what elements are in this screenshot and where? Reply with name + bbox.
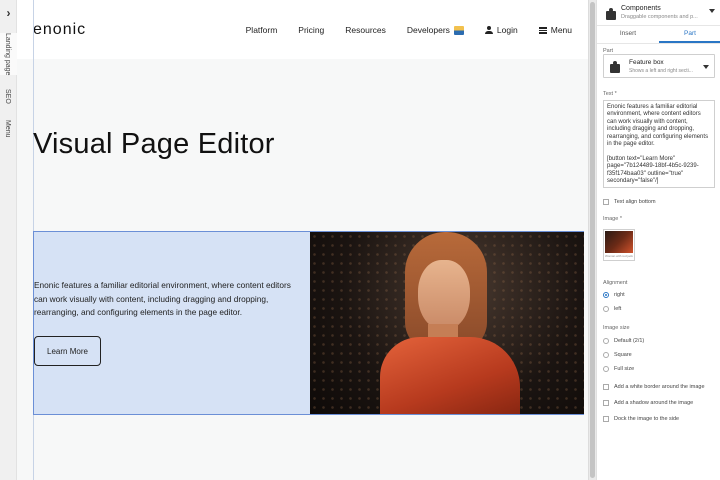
puzzle-icon (605, 8, 617, 20)
tab-label: SEO (4, 89, 11, 104)
size-square-option[interactable]: Square (603, 352, 632, 358)
tab-menu[interactable]: Menu (0, 120, 17, 142)
size-default-option[interactable]: Default (2/1) (603, 338, 644, 344)
radio-label: Default (2/1) (614, 338, 645, 344)
nav-platform[interactable]: Platform (246, 25, 278, 35)
chevron-down-icon[interactable] (709, 9, 715, 13)
developers-emoji-icon (453, 25, 464, 35)
nav-resources[interactable]: Resources (345, 25, 386, 35)
tab-seo[interactable]: SEO (0, 89, 17, 107)
components-subtitle: Draggable components and p... (621, 14, 698, 20)
panel-tabs: Insert Part (597, 26, 720, 44)
tab-landing-page[interactable]: Landing page (0, 33, 17, 75)
puzzle-icon (609, 61, 621, 73)
alignment-label: Alignment (603, 280, 628, 286)
radio-button[interactable] (603, 366, 609, 372)
checkbox[interactable] (603, 199, 609, 205)
scrollbar-thumb[interactable] (590, 2, 595, 478)
image-jacket (380, 337, 520, 414)
context-panel-strip: › Landing page SEO Menu (0, 0, 17, 480)
page-title[interactable]: Visual Page Editor (33, 128, 275, 161)
alignment-right-option[interactable]: right (603, 292, 625, 298)
radio-label: Square (614, 352, 632, 358)
text-field-label: Text * (603, 91, 617, 97)
preview-scrollbar[interactable] (588, 0, 596, 480)
thumbnail-picture (605, 231, 633, 253)
image-size-label: Image size (603, 325, 630, 331)
components-selector[interactable]: Components Draggable components and p... (597, 0, 720, 26)
size-full-option[interactable]: Full size (603, 366, 634, 372)
checkbox-label: Add a white border around the image (614, 384, 705, 390)
checkbox-label: Add a shadow around the image (614, 400, 694, 406)
nav-label: Developers (406, 25, 450, 35)
nav-label: Login (496, 25, 518, 35)
checkbox-label: Dock the image to the side (614, 416, 680, 422)
part-name: Feature box (629, 59, 664, 66)
radio-label: left (614, 306, 622, 312)
tab-label: Menu (4, 120, 11, 138)
tab-part[interactable]: Part (659, 26, 720, 43)
part-description: Shows a left and right secti... (629, 68, 693, 74)
inspect-panel: Components Draggable components and p...… (596, 0, 720, 480)
text-align-bottom-checkbox[interactable]: Text align bottom (603, 199, 656, 205)
image-thumbnail[interactable]: Woman with red jacket (603, 229, 635, 261)
radio-button[interactable] (603, 306, 609, 312)
user-icon (484, 26, 493, 34)
thumbnail-caption: Woman with red jacket (605, 254, 633, 258)
radio-label: Full size (614, 366, 635, 372)
tab-label: Landing page (4, 33, 11, 76)
white-border-checkbox[interactable]: Add a white border around the image (603, 384, 705, 390)
feature-text-column: Enonic features a familiar editorial env… (34, 232, 310, 414)
feature-description: Enonic features a familiar editorial env… (34, 280, 291, 318)
feature-box-selected[interactable]: Enonic features a familiar editorial env… (33, 231, 584, 415)
alignment-left-option[interactable]: left (603, 306, 621, 312)
part-selector[interactable]: Feature box Shows a left and right secti… (603, 54, 715, 78)
nav-label: Platform (245, 25, 278, 35)
checkbox-label: Text align bottom (614, 199, 656, 205)
page-preview: enonic Platform Pricing Resources Develo… (17, 0, 588, 480)
radio-button[interactable] (603, 352, 609, 358)
nav-menu[interactable]: Menu (538, 25, 572, 35)
nav-label: Resources (345, 25, 386, 35)
radio-label: right (614, 292, 625, 298)
nav-developers[interactable]: Developers (407, 25, 464, 35)
site-logo[interactable]: enonic (33, 21, 86, 39)
radio-button[interactable] (603, 292, 609, 298)
text-field[interactable]: Enonic features a familiar editorial env… (603, 100, 715, 188)
components-title: Components (621, 5, 661, 12)
site-header: enonic Platform Pricing Resources Develo… (17, 0, 588, 59)
image-face (418, 260, 470, 330)
checkbox[interactable] (603, 416, 609, 422)
radio-button[interactable] (603, 338, 609, 344)
nav-pricing[interactable]: Pricing (298, 25, 324, 35)
expand-chevron-icon[interactable]: › (3, 6, 14, 20)
nav-login[interactable]: Login (484, 25, 518, 35)
image-field-label: Image * (603, 216, 622, 222)
site-nav: Platform Pricing Resources Developers Lo… (225, 25, 572, 35)
chevron-down-icon[interactable] (703, 65, 709, 69)
nav-label: Pricing (298, 25, 325, 35)
feature-image (310, 232, 584, 414)
learn-more-button[interactable]: Learn More (34, 336, 101, 366)
checkbox[interactable] (603, 384, 609, 390)
tab-insert[interactable]: Insert (597, 26, 659, 43)
nav-label: Menu (550, 25, 572, 35)
shadow-checkbox[interactable]: Add a shadow around the image (603, 400, 693, 406)
hamburger-icon (538, 26, 547, 34)
checkbox[interactable] (603, 400, 609, 406)
dock-image-checkbox[interactable]: Dock the image to the side (603, 416, 679, 422)
